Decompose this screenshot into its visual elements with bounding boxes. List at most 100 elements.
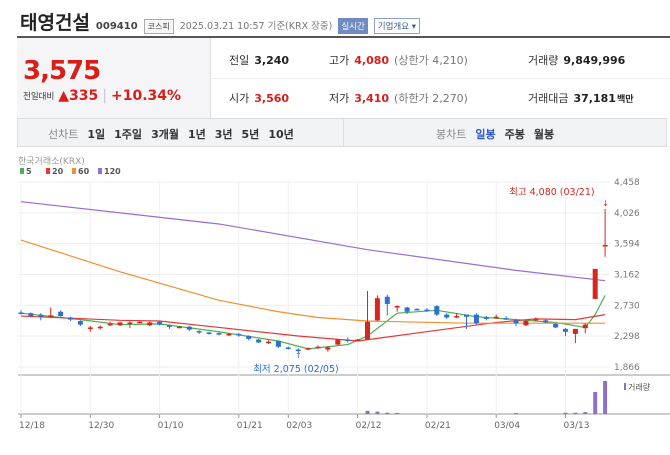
candle-body xyxy=(503,318,509,320)
amount-value: 37,181 xyxy=(573,91,616,105)
candle-body xyxy=(127,322,133,324)
legend-swatch xyxy=(98,168,102,174)
candle-body xyxy=(493,316,499,319)
x-tick: 01/10 xyxy=(158,421,184,431)
volume-legend-swatch xyxy=(624,383,626,390)
ma-line-60 xyxy=(20,239,606,324)
quote-datetime: 2025.03.21 10:57 기준(KRX 장중) xyxy=(179,21,333,32)
candle-body xyxy=(384,296,390,304)
candle-body xyxy=(454,316,460,318)
low-annotation: 최저 2,075 (02/05) xyxy=(253,364,339,375)
change-amount: ▲335 xyxy=(58,88,99,104)
y-tick: 3,594 xyxy=(614,240,640,250)
tab-candle-0[interactable]: 일봉 xyxy=(475,126,495,142)
candle-body xyxy=(513,320,519,324)
candle-body xyxy=(97,326,103,329)
line-chart-label: 선차트 xyxy=(48,128,79,141)
low-value: 3,410 xyxy=(354,91,390,105)
y-tick: 4,458 xyxy=(614,178,640,188)
corp-info-dropdown[interactable]: 기업개요 ▾ xyxy=(373,18,421,34)
tab-candle-2[interactable]: 월봉 xyxy=(534,126,554,142)
volume-bar xyxy=(365,410,370,414)
candle-body xyxy=(196,331,202,333)
chart-period-tabs: 선차트 1일 1주일 3개월 1년 3년 5년 10년 봉차트 일봉 주봉 월봉 xyxy=(17,118,667,147)
candle-body xyxy=(483,317,489,319)
tab-candle-1[interactable]: 주봉 xyxy=(505,126,525,142)
candle-body xyxy=(523,321,529,326)
y-tick: 2,298 xyxy=(614,332,640,342)
stock-header: 태영건설 009410 코스피 2025.03.21 10:57 기준(KRX … xyxy=(20,8,421,35)
legend-swatch xyxy=(46,168,50,174)
open-value: 3,560 xyxy=(254,91,290,105)
upper-limit: (상한가 4,210) xyxy=(394,54,468,67)
candle-body xyxy=(374,298,380,321)
candle-body xyxy=(256,339,262,343)
candle-body xyxy=(563,328,568,332)
candle-body xyxy=(404,307,410,312)
candle-body xyxy=(48,315,54,317)
candle-body xyxy=(266,341,271,344)
volume-bar xyxy=(573,412,578,414)
candle-body xyxy=(533,318,539,321)
stock-name: 태영건설 xyxy=(20,12,90,34)
tab-line-6[interactable]: 10년 xyxy=(268,126,293,142)
candle-body xyxy=(275,341,281,347)
candle-body xyxy=(592,268,598,299)
candle-body xyxy=(355,339,361,342)
tab-line-2[interactable]: 3개월 xyxy=(151,126,179,142)
x-tick: 03/04 xyxy=(494,421,520,431)
candle-body xyxy=(414,308,420,311)
amount-unit: 백만 xyxy=(616,94,634,105)
volume-bar xyxy=(583,412,588,414)
candle-body xyxy=(602,245,608,247)
tab-line-3[interactable]: 1년 xyxy=(188,126,206,142)
current-price: 3,575 xyxy=(23,56,101,86)
realtime-button[interactable]: 실시간 xyxy=(338,18,368,34)
tab-line-5[interactable]: 5년 xyxy=(242,126,260,142)
x-tick: 12/18 xyxy=(19,421,45,431)
x-tick: 01/21 xyxy=(237,421,263,431)
chart-source: 한국거래소(KRX) xyxy=(18,156,85,167)
candle-body xyxy=(87,327,93,329)
x-tick: 02/12 xyxy=(356,421,382,431)
low-label: 저가 xyxy=(329,92,350,105)
candle-body xyxy=(345,339,351,342)
volume-bar xyxy=(603,381,608,414)
volume-bar xyxy=(563,412,568,414)
volume-bar xyxy=(395,412,400,414)
legend-swatch xyxy=(20,168,24,174)
candle-body xyxy=(305,348,311,350)
candle-body xyxy=(117,322,123,326)
stock-code: 009410 xyxy=(95,21,138,32)
candle-body xyxy=(58,311,64,317)
open-label: 시가 xyxy=(229,92,250,105)
high-arrow: ↓ xyxy=(602,199,609,208)
x-tick: 02/21 xyxy=(425,421,451,431)
change-label: 전일대비 xyxy=(23,92,55,102)
tab-line-0[interactable]: 1일 xyxy=(87,126,105,142)
candle-body xyxy=(157,321,163,325)
candle-body xyxy=(543,320,549,323)
candle-body xyxy=(28,313,34,317)
candle-body xyxy=(147,322,153,326)
candle-body xyxy=(38,314,44,317)
amount-label: 거래대금 xyxy=(528,92,569,105)
candle-body xyxy=(444,314,450,318)
x-tick: 02/03 xyxy=(286,421,312,431)
candle-body xyxy=(226,333,232,336)
candle-body xyxy=(285,347,291,349)
candle-body xyxy=(107,323,113,326)
prev-label: 전일 xyxy=(229,54,250,67)
candle-body xyxy=(394,306,400,308)
tab-line-1[interactable]: 1주일 xyxy=(114,126,142,142)
candle-body xyxy=(77,321,83,325)
candle-body xyxy=(553,323,559,328)
low-arrow: ↑ xyxy=(295,351,302,360)
market-badge: 코스피 xyxy=(143,19,174,34)
legend-ma-120: 120 xyxy=(104,167,121,176)
volume-bar xyxy=(375,411,380,414)
candle-body xyxy=(236,333,242,336)
candle-body xyxy=(473,314,479,324)
tab-line-4[interactable]: 3년 xyxy=(215,126,233,142)
candle-body xyxy=(68,317,73,320)
